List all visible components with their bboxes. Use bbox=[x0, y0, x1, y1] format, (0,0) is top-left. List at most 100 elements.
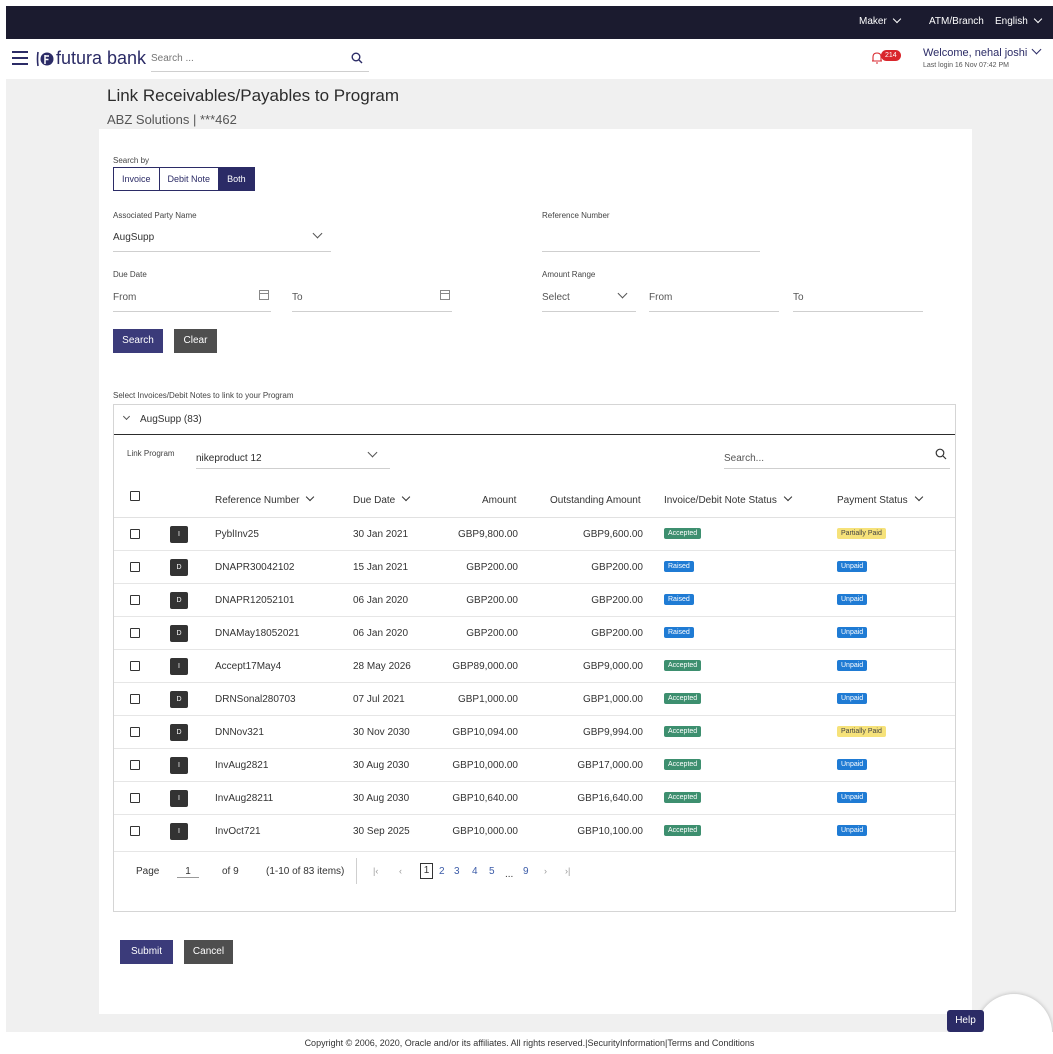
search-by-debit-note[interactable]: Debit Note bbox=[160, 168, 220, 190]
amount-to-placeholder: To bbox=[793, 292, 804, 303]
row-checkbox[interactable] bbox=[130, 793, 140, 803]
page-number-input[interactable]: 1 bbox=[177, 866, 199, 878]
due-date-from-input[interactable]: From bbox=[113, 286, 271, 312]
menu-icon[interactable] bbox=[12, 51, 28, 65]
row-checkbox[interactable] bbox=[130, 562, 140, 572]
page-current[interactable]: 1 bbox=[420, 863, 433, 879]
row-reference: InvAug28211 bbox=[215, 793, 274, 804]
row-due-date: 15 Jan 2021 bbox=[353, 562, 409, 573]
row-checkbox[interactable] bbox=[130, 727, 140, 737]
row-payment-badge: Unpaid bbox=[837, 825, 868, 836]
row-checkbox[interactable] bbox=[130, 661, 140, 671]
notification-count-badge[interactable]: 214 bbox=[881, 50, 901, 61]
search-by-both[interactable]: Both bbox=[219, 168, 254, 190]
table-row: I InvOct721 30 Sep 2025 GBP10,000.00 GBP… bbox=[114, 815, 955, 848]
row-reference: InvOct721 bbox=[215, 826, 261, 837]
search-icon[interactable] bbox=[351, 52, 363, 64]
col-invoice-status-label: Invoice/Debit Note Status bbox=[664, 495, 777, 506]
col-reference-number[interactable]: Reference Number bbox=[215, 492, 315, 506]
reference-number-input[interactable] bbox=[542, 226, 760, 252]
col-due-date[interactable]: Due Date bbox=[353, 492, 411, 506]
header: futura bank 214 Welcome, nehal joshi Las… bbox=[6, 39, 1053, 79]
row-reference: InvAug2821 bbox=[215, 760, 269, 771]
row-checkbox[interactable] bbox=[130, 760, 140, 770]
link-program-value: nikeproduct 12 bbox=[196, 453, 262, 464]
due-date-to-input[interactable]: To bbox=[292, 286, 452, 312]
page-5-link[interactable]: 5 bbox=[489, 866, 495, 877]
row-type-badge: I bbox=[170, 823, 188, 840]
row-checkbox[interactable] bbox=[130, 529, 140, 539]
calendar-icon[interactable] bbox=[259, 290, 269, 300]
row-payment-badge: Unpaid bbox=[837, 792, 868, 803]
table-row: I InvAug28211 30 Aug 2030 GBP10,640.00 G… bbox=[114, 782, 955, 815]
search-icon[interactable] bbox=[935, 448, 947, 460]
row-payment-badge: Unpaid bbox=[837, 660, 868, 671]
row-due-date: 28 May 2026 bbox=[353, 661, 411, 672]
row-status-badge: Accepted bbox=[664, 693, 702, 704]
clear-button[interactable]: Clear bbox=[174, 329, 217, 353]
help-button[interactable]: Help bbox=[947, 1010, 984, 1032]
global-search-input[interactable] bbox=[151, 48, 341, 68]
row-due-date: 30 Aug 2030 bbox=[353, 793, 410, 804]
table-row: D DNAPR12052101 06 Jan 2020 GBP200.00 GB… bbox=[114, 584, 955, 617]
role-dropdown[interactable]: Maker bbox=[859, 14, 902, 27]
select-all-checkbox[interactable] bbox=[130, 491, 140, 501]
row-checkbox[interactable] bbox=[130, 826, 140, 836]
global-search bbox=[151, 48, 369, 72]
brand-logo-icon bbox=[36, 51, 54, 67]
chevron-down-icon bbox=[892, 14, 902, 24]
amount-to-input[interactable]: To bbox=[793, 286, 923, 312]
cancel-button[interactable]: Cancel bbox=[184, 940, 233, 964]
row-payment-badge: Unpaid bbox=[837, 627, 868, 638]
row-status-badge: Raised bbox=[664, 627, 694, 638]
row-status-badge: Accepted bbox=[664, 825, 702, 836]
col-invoice-status[interactable]: Invoice/Debit Note Status bbox=[664, 492, 793, 506]
chevron-down-icon bbox=[1031, 44, 1042, 55]
row-outstanding: GBP200.00 bbox=[591, 595, 643, 606]
user-menu[interactable]: Welcome, nehal joshi bbox=[923, 44, 1042, 59]
search-by-invoice[interactable]: Invoice bbox=[114, 168, 160, 190]
previous-page-icon[interactable]: ‹ bbox=[399, 866, 402, 876]
accordion-header[interactable]: AugSupp (83) bbox=[114, 405, 955, 435]
row-reference: DNAPR12052101 bbox=[215, 595, 295, 606]
page-of-text: of 9 bbox=[222, 866, 239, 877]
currency-select[interactable]: Select bbox=[542, 286, 636, 312]
row-checkbox[interactable] bbox=[130, 595, 140, 605]
submit-button[interactable]: Submit bbox=[120, 940, 173, 964]
page-3-link[interactable]: 3 bbox=[454, 866, 460, 877]
chevron-down-icon bbox=[306, 492, 315, 502]
calendar-icon[interactable] bbox=[440, 290, 450, 300]
table-search-input[interactable]: Search... bbox=[724, 445, 950, 469]
row-reference: Accept17May4 bbox=[215, 661, 282, 672]
pagination: Page 1 of 9 (1-10 of 83 items) |‹ ‹ 1 2 … bbox=[114, 851, 955, 891]
last-page-icon[interactable]: ›| bbox=[565, 866, 570, 876]
amount-from-input[interactable]: From bbox=[649, 286, 779, 312]
first-page-icon[interactable]: |‹ bbox=[373, 866, 378, 876]
next-page-icon[interactable]: › bbox=[544, 866, 547, 876]
row-due-date: 30 Aug 2030 bbox=[353, 760, 410, 771]
location-link[interactable]: ATM/Branch bbox=[929, 16, 984, 27]
page-4-link[interactable]: 4 bbox=[472, 866, 478, 877]
row-amount: GBP1,000.00 bbox=[457, 694, 518, 705]
chevron-down-icon bbox=[1033, 14, 1043, 24]
page-9-link[interactable]: 9 bbox=[523, 866, 529, 877]
row-type-badge: D bbox=[170, 724, 188, 741]
row-payment-badge: Unpaid bbox=[837, 561, 868, 572]
row-reference: DNAMay18052021 bbox=[215, 628, 300, 639]
row-reference: DNAPR30042102 bbox=[215, 562, 295, 573]
top-bar: Maker ATM/Branch English bbox=[6, 6, 1053, 39]
link-program-select[interactable]: nikeproduct 12 bbox=[196, 445, 390, 469]
col-payment-status[interactable]: Payment Status bbox=[837, 492, 923, 506]
language-dropdown[interactable]: English bbox=[995, 14, 1043, 27]
row-outstanding: GBP17,000.00 bbox=[577, 760, 643, 771]
row-status-badge: Accepted bbox=[664, 660, 702, 671]
row-status-badge: Accepted bbox=[664, 726, 702, 737]
row-due-date: 06 Jan 2020 bbox=[353, 628, 409, 639]
search-button[interactable]: Search bbox=[113, 329, 163, 353]
party-select[interactable]: AugSupp bbox=[113, 226, 331, 252]
page-2-link[interactable]: 2 bbox=[439, 866, 445, 877]
row-due-date: 30 Jan 2021 bbox=[353, 529, 409, 540]
row-checkbox[interactable] bbox=[130, 694, 140, 704]
party-label: Associated Party Name bbox=[113, 211, 197, 220]
row-checkbox[interactable] bbox=[130, 628, 140, 638]
